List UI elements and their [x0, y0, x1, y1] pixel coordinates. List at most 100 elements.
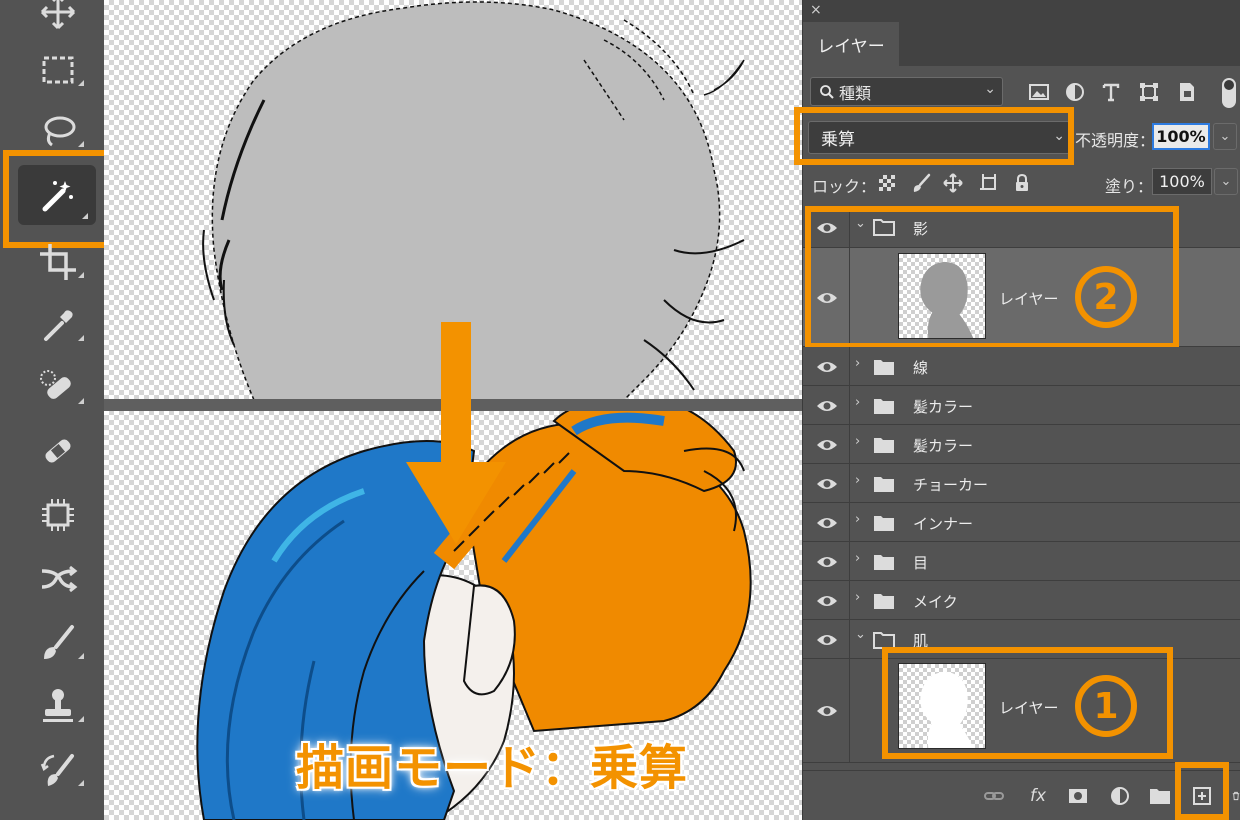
layer-group-eyes[interactable]: › 目: [803, 542, 1240, 581]
layer-group-inner[interactable]: › インナー: [803, 503, 1240, 542]
tool-flyout-indicator: [78, 398, 84, 404]
silhouette-thumbnail: [920, 261, 974, 338]
filter-shape-button[interactable]: [1135, 78, 1163, 106]
eye-icon[interactable]: [816, 220, 838, 236]
eye-icon[interactable]: [816, 290, 838, 306]
layer-group-makeup[interactable]: › メイク: [803, 581, 1240, 620]
eye-icon[interactable]: [816, 703, 838, 719]
chevron-right-icon[interactable]: ›: [855, 512, 860, 527]
layer-filter-select[interactable]: 種類 ⌄: [810, 77, 1003, 106]
fill-input[interactable]: 100%: [1152, 168, 1212, 195]
healing-brush-button[interactable]: [18, 423, 98, 479]
layer-name: 目: [913, 554, 929, 572]
layer-group-choker[interactable]: › チョーカー: [803, 464, 1240, 503]
adjustment-icon: [1111, 787, 1129, 805]
lock-icon: [1016, 173, 1028, 191]
move-tool-button[interactable]: [18, 0, 98, 40]
opacity-input[interactable]: 100%: [1152, 123, 1210, 150]
layer-name: インナー: [913, 515, 974, 533]
new-group-button[interactable]: [1147, 783, 1173, 809]
rectangular-marquee-button[interactable]: [18, 42, 98, 98]
smart-object-icon: [1180, 83, 1194, 101]
folder-icon: [1150, 789, 1170, 804]
filter-type-button[interactable]: [1097, 78, 1125, 106]
content-aware-move-button[interactable]: [18, 551, 98, 607]
lock-all-button[interactable]: [1010, 171, 1034, 195]
lock-label: ロック：: [812, 177, 877, 196]
tool-flyout-indicator: [78, 272, 84, 278]
eye-icon[interactable]: [816, 515, 838, 531]
eyedropper-button[interactable]: [18, 297, 98, 353]
lock-transparent-pixels-button[interactable]: [875, 171, 899, 195]
chevron-right-icon[interactable]: ›: [855, 434, 860, 449]
eye-icon[interactable]: [816, 554, 838, 570]
layer-style-button[interactable]: fx: [1025, 783, 1051, 809]
lock-image-pixels-button[interactable]: [909, 171, 933, 195]
brush-icon: [44, 625, 74, 659]
document-canvas[interactable]: 描画モード：乗算: [104, 0, 802, 820]
crop-icon: [40, 244, 76, 280]
layer-group-skin[interactable]: ⌄ 肌: [803, 620, 1240, 659]
layer-group-shadow[interactable]: ⌄ 影: [803, 207, 1240, 248]
new-layer-button[interactable]: [1189, 783, 1215, 809]
filter-pixel-button[interactable]: [1025, 78, 1053, 106]
filter-adjustment-button[interactable]: [1061, 78, 1089, 106]
eye-icon[interactable]: [816, 476, 838, 492]
layer-name: 線: [913, 359, 929, 377]
lasso-icon: [44, 116, 76, 147]
blend-mode-select[interactable]: 乗算 ⌄: [808, 121, 1070, 154]
layer-group-lines[interactable]: › 線: [803, 347, 1240, 386]
silhouette-thumbnail: [920, 671, 974, 748]
blend-mode-value: 乗算: [821, 130, 855, 150]
tab-layers[interactable]: レイヤー: [803, 22, 899, 66]
magic-wand-button[interactable]: [18, 165, 96, 225]
eye-icon[interactable]: [816, 632, 838, 648]
tool-flyout-indicator: [78, 80, 84, 86]
lasso-button[interactable]: [18, 103, 98, 159]
brush-button[interactable]: [18, 615, 98, 671]
chevron-down-icon[interactable]: ⌄: [855, 216, 866, 231]
chevron-right-icon[interactable]: ›: [855, 551, 860, 566]
history-brush-icon: [40, 754, 74, 786]
layer-skin-pixel-layer[interactable]: レイヤー 1: [803, 659, 1240, 763]
add-mask-button[interactable]: [1065, 783, 1091, 809]
clone-stamp-button[interactable]: [18, 678, 98, 734]
eye-icon[interactable]: [816, 437, 838, 453]
panel-close-button[interactable]: ×: [810, 2, 822, 18]
delete-layer-button[interactable]: [1231, 783, 1240, 809]
chip-icon: [42, 499, 74, 531]
tools-panel: [0, 0, 115, 820]
opacity-dropdown-button[interactable]: ⌄: [1213, 123, 1237, 150]
eye-icon[interactable]: [816, 359, 838, 375]
layer-group-hair-color[interactable]: › 髪カラー: [803, 386, 1240, 425]
lock-position-button[interactable]: [941, 171, 965, 195]
chevron-right-icon[interactable]: ›: [855, 395, 860, 410]
folder-icon: [874, 594, 894, 609]
chip-tool-button[interactable]: [18, 487, 98, 543]
opacity-label: 不透明度：: [1075, 131, 1156, 150]
layer-thumbnail: [898, 663, 986, 749]
filter-toggle-switch[interactable]: [1222, 78, 1236, 108]
down-arrow-icon: [406, 322, 506, 544]
eye-icon[interactable]: [816, 593, 838, 609]
layer-group-hair-color[interactable]: › 髪カラー: [803, 425, 1240, 464]
chevron-right-icon[interactable]: ›: [855, 356, 860, 371]
lock-artboard-button[interactable]: [977, 171, 1001, 195]
layer-filter-label: 種類: [839, 83, 872, 103]
filter-smart-object-button[interactable]: [1173, 78, 1201, 106]
step-2-badge: 2: [1075, 266, 1137, 328]
chevron-down-icon[interactable]: ⌄: [855, 627, 866, 642]
shape-icon: [1140, 83, 1158, 101]
tool-flyout-indicator: [82, 213, 88, 219]
chevron-right-icon[interactable]: ›: [855, 473, 860, 488]
fill-dropdown-button[interactable]: ⌄: [1214, 168, 1238, 195]
eye-icon[interactable]: [816, 398, 838, 414]
link-layers-button[interactable]: [981, 783, 1007, 809]
spot-healing-button[interactable]: [18, 360, 98, 416]
layer-shadow-pixel-layer[interactable]: レイヤー 2: [803, 248, 1240, 347]
mask-icon: [1069, 789, 1087, 803]
new-adjustment-layer-button[interactable]: [1107, 783, 1133, 809]
crop-button[interactable]: [18, 234, 98, 290]
history-brush-button[interactable]: [18, 742, 98, 798]
chevron-right-icon[interactable]: ›: [855, 590, 860, 605]
